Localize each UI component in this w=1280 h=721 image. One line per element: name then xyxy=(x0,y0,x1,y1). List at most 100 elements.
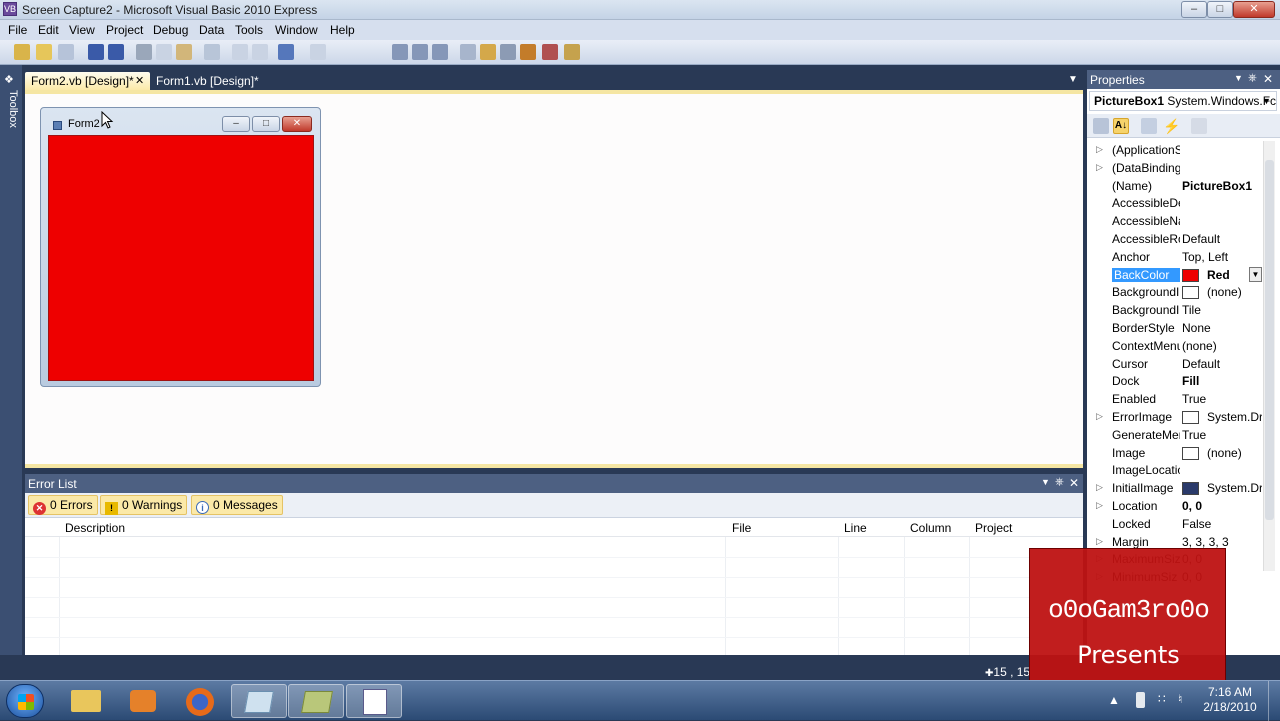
property-row[interactable]: Cursor Default xyxy=(1092,355,1262,373)
property-value[interactable]: (none) xyxy=(1207,446,1262,460)
visual-basic-taskbar-button[interactable] xyxy=(346,684,402,718)
undo-icon[interactable] xyxy=(278,44,294,60)
network-icon[interactable]: ∷ xyxy=(1158,692,1174,708)
property-value[interactable]: 3, 3, 3, 3 xyxy=(1182,535,1262,549)
menu-project[interactable]: Project xyxy=(103,22,146,38)
property-row[interactable]: Dock Fill xyxy=(1092,372,1262,390)
property-row[interactable]: (Name) PictureBox1 xyxy=(1092,177,1262,195)
property-row[interactable]: Locked False xyxy=(1092,515,1262,533)
property-row[interactable]: ▷ (DataBinding xyxy=(1092,159,1262,177)
volume-icon[interactable]: ♮ xyxy=(1178,692,1194,708)
open-file-icon[interactable] xyxy=(36,44,52,60)
step-over-icon[interactable] xyxy=(412,44,428,60)
toolbox-label[interactable]: Toolbox xyxy=(3,90,19,140)
property-row[interactable]: Image (none) xyxy=(1092,444,1262,462)
paste-icon[interactable] xyxy=(176,44,192,60)
minimize-button[interactable]: – xyxy=(1181,1,1207,18)
column-column[interactable]: Column xyxy=(910,521,951,535)
expand-triangle-icon[interactable]: ▷ xyxy=(1096,411,1103,422)
save-icon[interactable] xyxy=(88,44,104,60)
property-row[interactable]: Anchor Top, Left xyxy=(1092,248,1262,266)
clock[interactable]: 7:16 AM 2/18/2010 xyxy=(1200,685,1260,715)
property-row[interactable]: AccessibleNa xyxy=(1092,212,1262,230)
tab-form2-design[interactable]: Form2.vb [Design]* ✕ xyxy=(25,72,150,90)
close-panel-icon[interactable]: ✕ xyxy=(1263,72,1273,86)
property-value[interactable]: System.Dr xyxy=(1207,410,1262,424)
property-row[interactable]: ContextMenu (none) xyxy=(1092,337,1262,355)
extension-manager-icon[interactable] xyxy=(564,44,580,60)
property-pages-icon[interactable] xyxy=(1191,118,1207,134)
property-row[interactable]: ImageLocatic xyxy=(1092,461,1262,479)
screen-capture-taskbar-button[interactable] xyxy=(231,684,287,718)
firefox-taskbar-button[interactable] xyxy=(172,684,228,718)
start-page-icon[interactable] xyxy=(542,44,558,60)
property-value[interactable]: True xyxy=(1182,392,1262,406)
menu-edit[interactable]: Edit xyxy=(35,22,62,38)
object-selector-chevron-down-icon[interactable]: ▼ xyxy=(1262,96,1271,106)
start-button[interactable] xyxy=(6,684,44,718)
property-value[interactable]: Fill xyxy=(1182,374,1262,388)
step-into-icon[interactable] xyxy=(392,44,408,60)
scrollbar-thumb[interactable] xyxy=(1265,160,1274,520)
save-all-icon[interactable] xyxy=(108,44,124,60)
picturebox1[interactable] xyxy=(48,135,314,381)
property-value[interactable]: Top, Left xyxy=(1182,250,1262,264)
column-line[interactable]: Line xyxy=(844,521,867,535)
property-value[interactable]: 0, 0 xyxy=(1182,499,1262,513)
warnings-filter-button[interactable]: ! 0 Warnings xyxy=(100,495,188,515)
uncomment-icon[interactable] xyxy=(252,44,268,60)
property-value[interactable]: PictureBox1 xyxy=(1182,179,1262,193)
property-row[interactable]: GenerateMen True xyxy=(1092,426,1262,444)
panel-options-chevron-down-icon[interactable]: ▼ xyxy=(1041,477,1050,487)
menu-data[interactable]: Data xyxy=(196,22,227,38)
properties-window-icon[interactable] xyxy=(480,44,496,60)
close-panel-icon[interactable]: ✕ xyxy=(1069,476,1079,490)
property-value[interactable]: (none) xyxy=(1207,285,1262,299)
property-row[interactable]: BorderStyle None xyxy=(1092,319,1262,337)
column-description[interactable]: Description xyxy=(65,521,125,535)
property-row[interactable]: ▷ (ApplicationS xyxy=(1092,141,1262,159)
column-project[interactable]: Project xyxy=(975,521,1012,535)
property-value[interactable]: Default xyxy=(1182,232,1262,246)
solution-explorer-icon[interactable] xyxy=(460,44,476,60)
menu-view[interactable]: View xyxy=(66,22,98,38)
tab-form1-design[interactable]: Form1.vb [Design]* xyxy=(150,72,265,90)
properties-view-icon[interactable] xyxy=(1141,118,1157,134)
tab-list-chevron-down-icon[interactable]: ▼ xyxy=(1068,74,1078,85)
form2-designer-window[interactable]: Form2 – □ ✕ xyxy=(40,107,321,387)
property-row[interactable]: ▷ InitialImage System.Dr xyxy=(1092,479,1262,497)
toolbox-icon[interactable] xyxy=(520,44,536,60)
panel-options-chevron-down-icon[interactable]: ▼ xyxy=(1234,73,1243,83)
menu-file[interactable]: File xyxy=(5,22,30,38)
battery-icon[interactable] xyxy=(1136,692,1145,708)
close-tab-icon[interactable]: ✕ xyxy=(135,74,144,87)
menu-tools[interactable]: Tools xyxy=(232,22,266,38)
expand-triangle-icon[interactable]: ▷ xyxy=(1096,162,1103,173)
events-lightning-icon[interactable]: ⚡ xyxy=(1163,118,1180,134)
redo-icon[interactable] xyxy=(310,44,326,60)
property-value[interactable]: System.Dr xyxy=(1207,481,1262,495)
copy-icon[interactable] xyxy=(156,44,172,60)
expand-triangle-icon[interactable]: ▷ xyxy=(1096,482,1103,493)
windows-explorer-taskbar-button[interactable] xyxy=(58,684,114,718)
property-row[interactable]: BackColor Red ▼ xyxy=(1092,266,1262,284)
comment-icon[interactable] xyxy=(232,44,248,60)
toolbox-strip[interactable]: ❖ xyxy=(0,65,22,655)
menu-debug[interactable]: Debug xyxy=(150,22,191,38)
object-browser-icon[interactable] xyxy=(500,44,516,60)
property-row[interactable]: AccessibleRo Default xyxy=(1092,230,1262,248)
property-value[interactable]: None xyxy=(1182,321,1262,335)
notes-taskbar-button[interactable] xyxy=(288,684,344,718)
object-selector[interactable]: PictureBox1 System.Windows.Fc xyxy=(1089,91,1277,111)
show-desktop-button[interactable] xyxy=(1268,681,1280,721)
property-row[interactable]: Enabled True xyxy=(1092,390,1262,408)
media-player-taskbar-button[interactable] xyxy=(115,684,171,718)
maximize-button[interactable]: □ xyxy=(1207,1,1233,18)
errors-filter-button[interactable]: ✕ 0 Errors xyxy=(28,495,98,515)
property-row[interactable]: ▷ ErrorImage System.Dr xyxy=(1092,408,1262,426)
expand-triangle-icon[interactable]: ▷ xyxy=(1096,144,1103,155)
property-row[interactable]: AccessibleDe xyxy=(1092,194,1262,212)
close-button[interactable]: ✕ xyxy=(1233,1,1275,18)
expand-triangle-icon[interactable]: ▷ xyxy=(1096,500,1103,511)
value-dropdown-chevron-down-icon[interactable]: ▼ xyxy=(1249,266,1262,282)
